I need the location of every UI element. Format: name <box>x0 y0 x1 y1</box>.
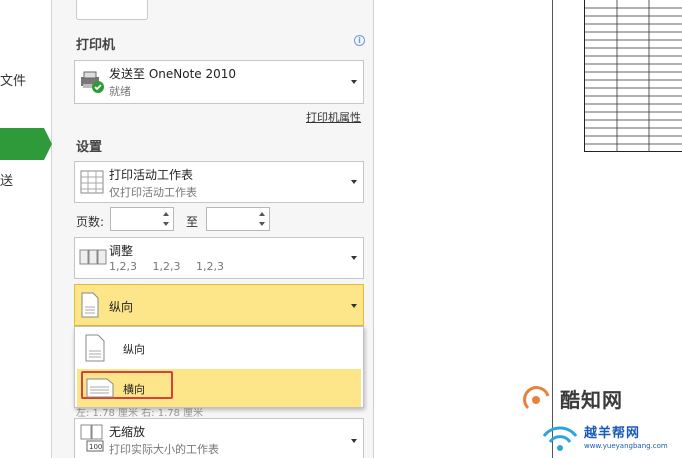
collate-dropdown[interactable]: 调整 1,2,3 1,2,3 1,2,3 <box>74 237 364 279</box>
portrait-label: 纵向 <box>123 343 145 356</box>
preview-sheet-grid <box>584 0 682 152</box>
scaling-dropdown[interactable]: 100 无缩放 打印实际大小的工作表 <box>74 418 364 458</box>
spin-up-icon[interactable] <box>163 212 169 216</box>
print-settings-panel: 打印机 i 发送至 OneNote 2010 就绪 打印机属性 设置 打印活动工… <box>52 0 374 458</box>
watermark: 酷知网 越羊帮网 www.yueyangbang.com <box>516 380 682 458</box>
orientation-selected: 纵向 <box>109 300 134 314</box>
collate-sub: 1,2,3 1,2,3 1,2,3 <box>109 260 236 273</box>
menu-item-portrait[interactable]: 纵向 <box>77 329 361 367</box>
chevron-down-icon <box>351 439 357 443</box>
landscape-page-icon <box>86 378 114 398</box>
info-icon[interactable]: i <box>354 35 365 46</box>
orientation-dropdown[interactable]: 纵向 <box>74 284 364 326</box>
printer-properties-link[interactable]: 打印机属性 <box>306 109 361 125</box>
pages-label: 页数: <box>76 215 105 229</box>
grid-lines <box>585 0 682 152</box>
chevron-down-icon <box>351 304 357 308</box>
nav-item-file[interactable]: 文件 <box>0 70 26 89</box>
nav-active-arrow <box>44 128 52 160</box>
backstage-nav: 文件 送 <box>0 0 52 458</box>
printer-name: 发送至 OneNote 2010 <box>109 67 237 81</box>
scaling-main: 无缩放 <box>109 425 146 439</box>
watermark-url: www.yueyangbang.com <box>584 442 668 450</box>
collate-seq-2: 1,2,3 <box>152 260 181 273</box>
chevron-down-icon <box>351 256 357 260</box>
portrait-page-icon <box>85 334 105 362</box>
watermark-brand-1: 酷知网 <box>560 388 623 412</box>
watermark-logo-icon <box>523 386 550 410</box>
wifi-logo-icon <box>542 426 578 451</box>
chevron-down-icon <box>351 80 357 84</box>
collate-icon <box>79 249 107 265</box>
landscape-label: 横向 <box>123 383 145 396</box>
scaling-icon: 100 <box>80 424 104 452</box>
printer-dropdown[interactable]: 发送至 OneNote 2010 就绪 <box>74 60 364 104</box>
menu-item-landscape[interactable]: 横向 <box>77 369 361 407</box>
watermark-brand-2: 越羊帮网 <box>584 426 641 441</box>
collate-main: 调整 <box>109 244 134 258</box>
worksheet-icon <box>80 170 104 194</box>
collate-seq-3: 1,2,3 <box>196 260 224 273</box>
print-what-main: 打印活动工作表 <box>109 168 194 182</box>
print-what-dropdown[interactable]: 打印活动工作表 仅打印活动工作表 <box>74 161 364 203</box>
printer-section-title: 打印机 <box>76 38 116 53</box>
spin-down-icon[interactable] <box>259 222 265 226</box>
nav-item-send[interactable]: 送 <box>0 170 13 189</box>
orientation-menu: 纵向 横向 <box>74 326 364 408</box>
pages-from-stepper[interactable] <box>110 207 174 231</box>
printer-status: 就绪 <box>109 85 131 98</box>
print-what-sub: 仅打印活动工作表 <box>109 186 197 199</box>
scaling-badge: 100 <box>89 443 102 451</box>
pages-to-stepper[interactable] <box>206 207 270 231</box>
printer-icon <box>81 71 104 93</box>
spin-down-icon[interactable] <box>163 222 169 226</box>
nav-item-print-active[interactable] <box>0 128 44 160</box>
collate-seq-1: 1,2,3 <box>109 260 137 273</box>
spin-up-icon[interactable] <box>259 212 265 216</box>
scaling-sub: 打印实际大小的工作表 <box>109 443 219 456</box>
portrait-page-icon <box>81 292 99 318</box>
chevron-down-icon <box>351 180 357 184</box>
print-button[interactable] <box>76 0 148 20</box>
settings-section-title: 设置 <box>76 140 103 155</box>
pages-to-label: 至 <box>186 215 199 229</box>
